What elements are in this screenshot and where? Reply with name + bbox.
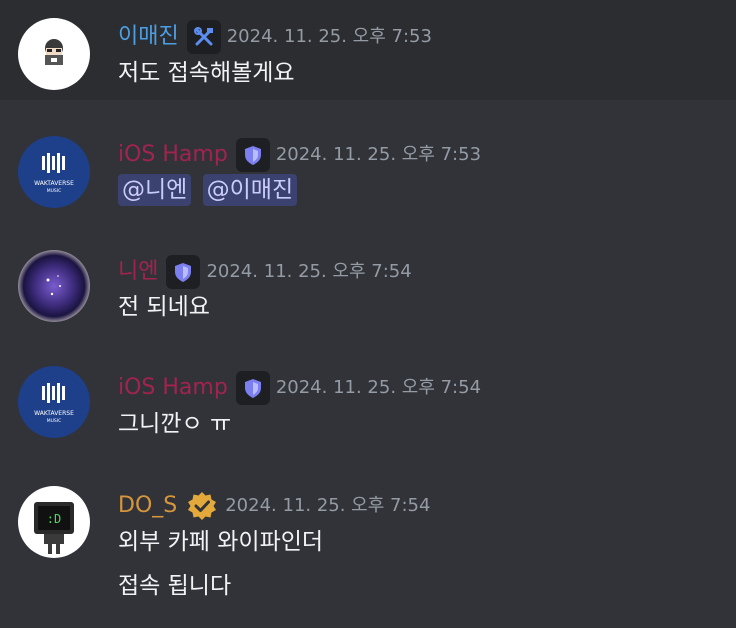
message-item: WAKTAVERSE MUSIC iOS Hamp 2024. 11. 25. … <box>0 345 736 465</box>
avatar[interactable]: WAKTAVERSE MUSIC <box>18 136 90 208</box>
svg-text:WAKTAVERSE: WAKTAVERSE <box>34 410 74 417</box>
character-avatar-icon <box>45 39 63 65</box>
role-badge[interactable] <box>166 255 201 289</box>
svg-text:WAKTAVERSE: WAKTAVERSE <box>34 180 74 187</box>
user-mention[interactable]: @니엔 <box>118 174 192 206</box>
timestamp: 2024. 11. 25. 오후 7:54 <box>225 495 431 516</box>
avatar[interactable] <box>18 250 90 322</box>
user-mention[interactable]: @이매진 <box>202 174 298 206</box>
timestamp: 2024. 11. 25. 오후 7:54 <box>275 377 482 398</box>
avatar[interactable]: WAKTAVERSE MUSIC <box>18 366 90 438</box>
timestamp: 2024. 11. 25. 오후 7:54 <box>206 261 412 282</box>
waktaverse-music-logo-icon: WAKTAVERSE MUSIC <box>34 383 74 424</box>
verified-check-icon <box>188 492 217 520</box>
message-text: @니엔 @이매진 <box>118 174 301 206</box>
message-item: 니엔 2024. 11. 25. 오후 7:54 전 되네요 <box>0 230 736 345</box>
username[interactable]: 니엔 <box>118 257 158 287</box>
computer-monitor-avatar-icon: :D <box>34 502 74 554</box>
hammer-wrench-icon <box>193 27 213 46</box>
message-item: 이매진 2024. 11. 25. 오후 7:53 저도 접속해볼게요 <box>0 0 736 100</box>
message-item: :D DO_S 2024. 11. 25. 오후 7:54 외부 카페 와이파인… <box>0 465 736 628</box>
waktaverse-music-logo-icon: WAKTAVERSE MUSIC <box>34 153 74 194</box>
message-text: 그니깐ㅇ ㅠ <box>118 411 232 437</box>
role-badge[interactable] <box>235 138 270 172</box>
message-text: 전 되네요 <box>118 294 210 320</box>
svg-text::D: :D <box>47 512 61 526</box>
message-item: WAKTAVERSE MUSIC iOS Hamp 2024. 11. 25. … <box>0 100 736 230</box>
message-text: 접속 됩니다 <box>118 573 232 599</box>
chat-message-list: 이매진 2024. 11. 25. 오후 7:53 저도 접속해볼게요 WAKT… <box>0 0 736 628</box>
shield-icon <box>244 379 261 398</box>
username[interactable]: iOS Hamp <box>118 140 228 170</box>
role-badge[interactable] <box>235 371 270 405</box>
verified-badge[interactable] <box>185 489 219 523</box>
username[interactable]: iOS Hamp <box>118 373 228 403</box>
message-text: 외부 카페 와이파인더 <box>118 529 324 555</box>
timestamp: 2024. 11. 25. 오후 7:53 <box>275 144 482 165</box>
shield-icon <box>244 146 261 165</box>
shield-icon <box>175 263 192 282</box>
username[interactable]: 이매진 <box>118 22 179 52</box>
message-text: 저도 접속해볼게요 <box>118 60 295 86</box>
svg-text:MUSIC: MUSIC <box>47 188 62 194</box>
galaxy-avatar-icon <box>46 275 61 296</box>
avatar[interactable] <box>18 18 90 90</box>
timestamp: 2024. 11. 25. 오후 7:53 <box>226 26 432 47</box>
username[interactable]: DO_S <box>118 491 177 521</box>
avatar[interactable]: :D <box>18 486 90 558</box>
svg-text:MUSIC: MUSIC <box>47 418 62 424</box>
role-badge[interactable] <box>186 20 221 54</box>
